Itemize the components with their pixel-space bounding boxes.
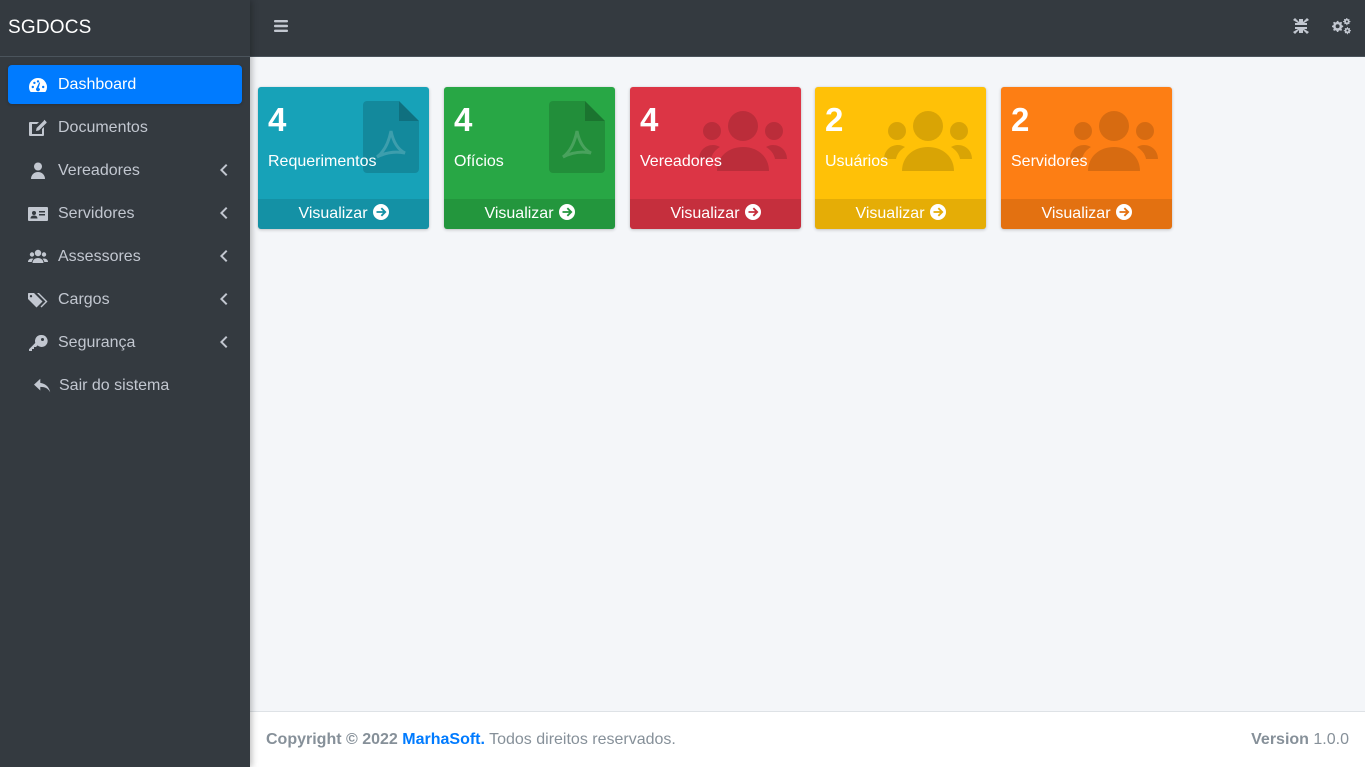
fullscreen-button[interactable] [1281,8,1321,48]
arrow-circle-right-icon [554,203,575,225]
main-footer: Copyright © 2022 MarhaSoft. Todos direit… [250,711,1365,767]
box-label: Vereadores [640,153,722,170]
top-navbar [250,0,1365,57]
box-view-link[interactable]: Visualizar [444,199,615,229]
box-view-link[interactable]: Visualizar [1001,199,1172,229]
chevron-left-icon [218,163,228,177]
users-icon [884,109,972,176]
sidebar-item-label: Documentos [58,118,148,136]
chevron-left-icon [218,292,228,306]
chevron-left-icon [218,249,228,263]
box-count: 2 [825,101,844,138]
box-view-link-label: Visualizar [855,205,925,222]
box-label: Usuários [825,153,889,170]
bars-icon [273,19,289,38]
arrow-circle-right-icon [1111,203,1132,225]
rights-text: Todos direitos reservados. [489,730,676,748]
tachometer-icon [26,75,50,95]
chevron-left-icon [218,335,228,349]
box-view-link[interactable]: Visualizar [258,199,429,229]
chevron-left-icon [218,206,228,220]
sidebar-item-seguranca[interactable]: Segurança [8,323,242,362]
sidebar-item-dashboard[interactable]: Dashboard [8,65,242,104]
small-box-usuarios: 2 Usuários Visualizar [815,87,986,229]
content-area: 4 Requerimentos Visualizar 4 Ofícios Vis… [250,57,1365,711]
copyright-label: Copyright © 2022 [266,730,398,748]
user-icon [26,161,50,181]
menu-toggle-button[interactable] [261,8,301,48]
box-count: 4 [640,101,659,138]
sidebar-item-documentos[interactable]: Documentos [8,108,242,147]
cogs-icon [1330,17,1352,40]
users-icon [26,247,50,267]
box-label: Ofícios [454,153,504,170]
small-box-vereadores: 4 Vereadores Visualizar [630,87,801,229]
version-info: Version 1.0.0 [1251,731,1349,749]
box-view-link-label: Visualizar [670,205,740,222]
box-view-link-label: Visualizar [1041,205,1111,222]
sidebar-item-servidores[interactable]: Servidores [8,194,242,233]
small-box-requerimentos: 4 Requerimentos Visualizar [258,87,429,229]
box-view-link-label: Visualizar [298,205,368,222]
reply-icon [34,376,52,396]
sidebar-item-label: Sair do sistema [59,376,170,394]
sidebar-nav: Dashboard Documentos Vereadores Servidor… [0,57,250,405]
arrow-circle-right-icon [925,203,946,225]
arrow-circle-right-icon [740,203,761,225]
small-box-oficios: 4 Ofícios Visualizar [444,87,615,229]
settings-button[interactable] [1321,8,1361,48]
sidebar-item-assessores[interactable]: Assessores [8,237,242,276]
sidebar-item-cargos[interactable]: Cargos [8,280,242,319]
version-label: Version [1251,730,1309,748]
edit-icon [26,118,50,138]
copyright-text: Copyright © 2022 MarhaSoft. Todos direit… [266,731,676,749]
sidebar-item-label: Assessores [58,247,141,265]
box-label: Servidores [1011,153,1088,170]
brand-title[interactable]: SGDOCS [0,0,250,57]
box-count: 4 [268,101,287,138]
key-icon [26,333,50,353]
file-pdf-icon [549,101,605,178]
box-view-link-label: Visualizar [484,205,554,222]
company-link[interactable]: MarhaSoft. [402,731,485,748]
box-view-link[interactable]: Visualizar [630,199,801,229]
tags-icon [26,290,50,310]
arrow-circle-right-icon [368,203,389,225]
sidebar-item-label: Cargos [58,290,110,308]
compress-icon [1292,17,1310,40]
sidebar-item-label: Dashboard [58,75,137,93]
sidebar-item-vereadores[interactable]: Vereadores [8,151,242,190]
sidebar-item-label: Servidores [58,204,135,222]
small-box-servidores: 2 Servidores Visualizar [1001,87,1172,229]
version-number: 1.0.0 [1313,730,1349,748]
id-card-icon [26,204,50,224]
sidebar: SGDOCS Dashboard Documentos Vereadores S… [0,0,250,767]
box-label: Requerimentos [268,153,377,170]
sidebar-item-label: Segurança [58,333,136,351]
box-count: 4 [454,101,473,138]
sidebar-item-sair[interactable]: Sair do sistema [8,366,242,405]
box-count: 2 [1011,101,1030,138]
box-view-link[interactable]: Visualizar [815,199,986,229]
sidebar-item-label: Vereadores [58,161,140,179]
